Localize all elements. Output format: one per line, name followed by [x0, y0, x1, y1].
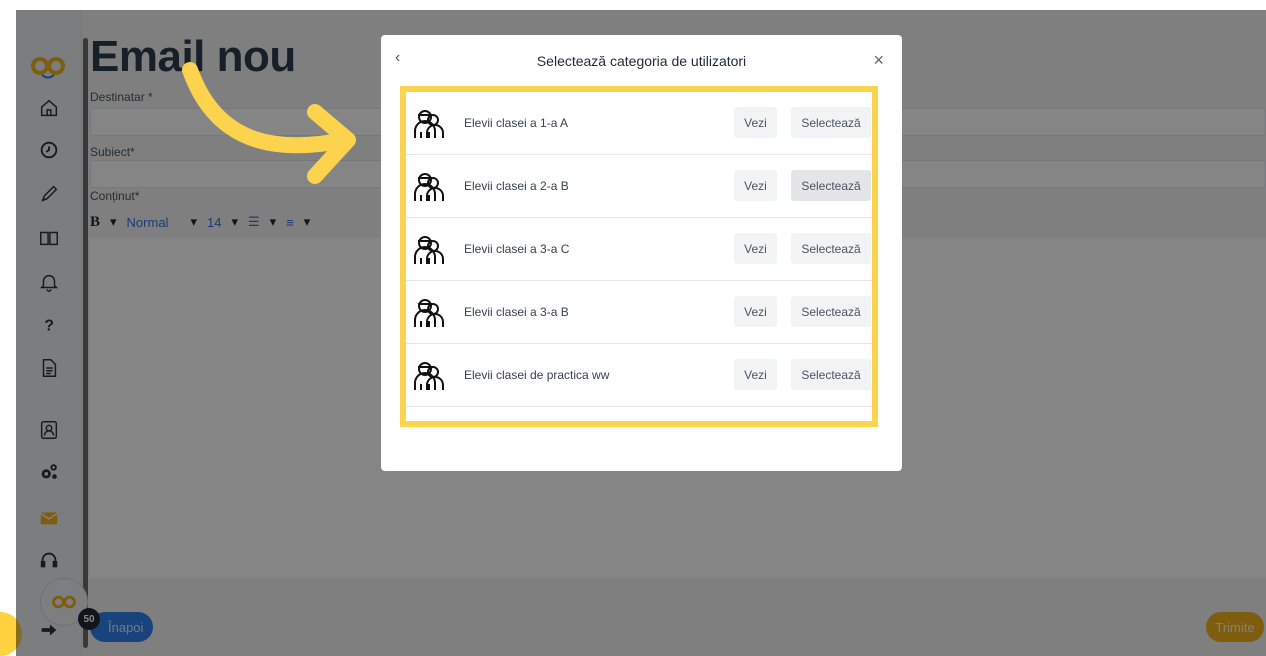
- close-icon[interactable]: ×: [873, 50, 884, 71]
- category-list: Elevii clasei a 1-a A Vezi Selectează El…: [400, 86, 878, 427]
- category-label: Elevii clasei de practica ww: [464, 368, 610, 382]
- students-icon: [412, 107, 446, 141]
- list-item[interactable]: Elevii clasei a 2-a B Vezi Selectează: [406, 155, 872, 218]
- select-button[interactable]: Selectează: [791, 107, 871, 138]
- students-icon: [412, 233, 446, 267]
- category-label: Elevii clasei a 3-a B: [464, 305, 569, 319]
- list-item[interactable]: Elevii clasei a 3-a B Vezi Selectează: [406, 281, 872, 344]
- category-label: Elevii clasei a 1-a A: [464, 116, 569, 130]
- view-button[interactable]: Vezi: [734, 107, 777, 138]
- list-item[interactable]: Elevii clasei a 1-a A Vezi Selectează: [406, 92, 872, 155]
- modal-title: Selectează categoria de utilizatori: [536, 53, 747, 69]
- students-icon: [412, 359, 446, 393]
- students-icon: [412, 296, 446, 330]
- category-label: Elevii clasei a 3-a C: [464, 242, 570, 256]
- select-button[interactable]: Selectează: [791, 296, 871, 327]
- category-label: Elevii clasei a 2-a B: [464, 179, 569, 193]
- list-item[interactable]: Elevii clasei a 3-a C Vezi Selectează: [406, 218, 872, 281]
- list-item[interactable]: Elevii clasei de practica ww Vezi Select…: [406, 344, 872, 407]
- students-icon: [412, 170, 446, 204]
- view-button[interactable]: Vezi: [734, 296, 777, 327]
- view-button[interactable]: Vezi: [734, 233, 777, 264]
- view-button[interactable]: Vezi: [734, 170, 777, 201]
- view-button[interactable]: Vezi: [734, 359, 777, 390]
- screen: ? Email nou Destinatar * Subiect* Conțin…: [0, 0, 1266, 656]
- select-button[interactable]: Selectează: [791, 170, 871, 201]
- select-button[interactable]: Selectează: [791, 359, 871, 390]
- select-button[interactable]: Selectează: [791, 233, 871, 264]
